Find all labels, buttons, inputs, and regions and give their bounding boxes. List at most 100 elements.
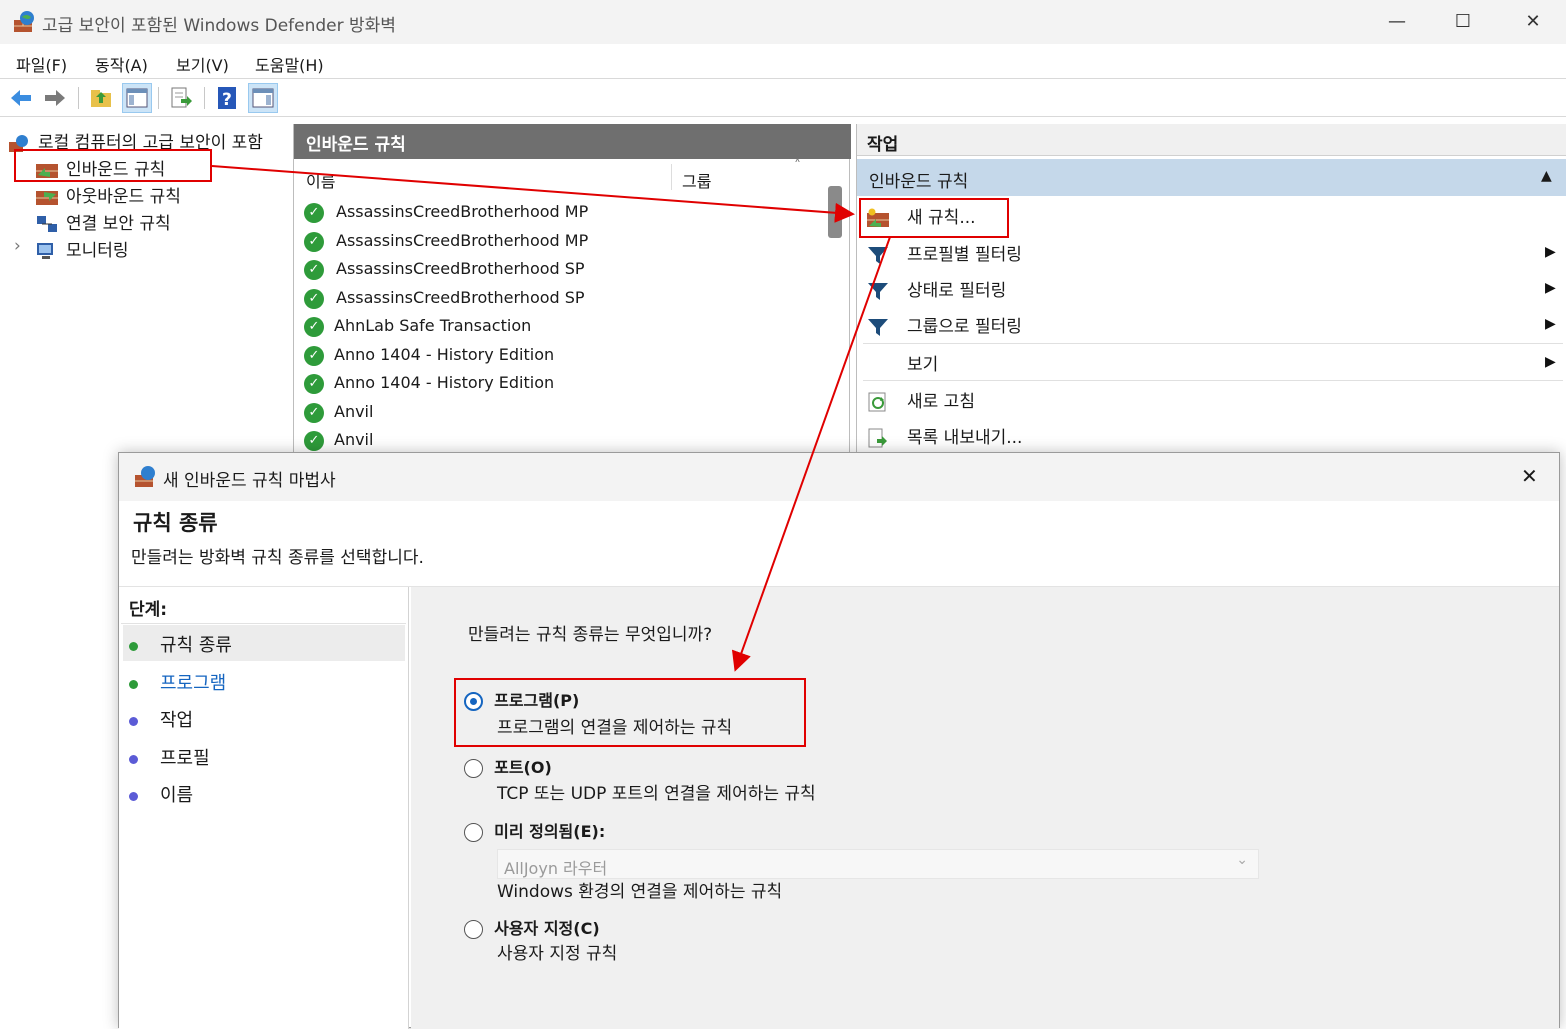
list-item[interactable]: ✓ Anno 1404 - History Edition xyxy=(304,345,554,366)
show-hide-console-tree-button[interactable] xyxy=(122,83,152,113)
list-item[interactable]: ✓ Anno 1404 - History Edition xyxy=(304,373,554,394)
predefined-rule-select[interactable]: AllJoyn 라우터 ⌄ xyxy=(497,849,1259,879)
dialog-close-button[interactable]: ✕ xyxy=(1521,464,1538,488)
action-refresh[interactable]: 새로 고침 xyxy=(867,387,975,412)
help-button[interactable]: ? xyxy=(212,83,242,113)
svg-text:?: ? xyxy=(222,90,232,110)
column-header-name[interactable]: 이름 xyxy=(306,168,335,192)
collapse-arrow-icon[interactable]: ▲ xyxy=(1541,168,1552,184)
console-tree-icon xyxy=(126,88,148,108)
expand-chevron-icon[interactable]: › xyxy=(14,236,21,256)
menu-help[interactable]: 도움말(H) xyxy=(255,52,324,76)
new-inbound-rule-wizard-dialog: 새 인바운드 규칙 마법사 ✕ 규칙 종류 만들려는 방화벽 규칙 종류를 선택… xyxy=(118,452,1560,1029)
wizard-steps-panel: 단계: 규칙 종류 프로그램 작업 프로필 이름 xyxy=(119,587,409,1029)
tree-item-connection-security-rules[interactable]: 연결 보안 규칙 xyxy=(36,209,171,234)
tree-item-label: 아웃바운드 규칙 xyxy=(66,187,181,207)
step-done-dot xyxy=(129,679,138,689)
option-label: 포트(O) xyxy=(494,758,552,777)
submenu-arrow-icon: ▶ xyxy=(1545,354,1556,370)
submenu-arrow-icon: ▶ xyxy=(1545,316,1556,332)
tree-item-label: 모니터링 xyxy=(66,241,129,261)
step-program[interactable]: 프로그램 xyxy=(129,669,226,695)
submenu-arrow-icon: ▶ xyxy=(1545,280,1556,296)
window-title: 고급 보안이 포함된 Windows Defender 방화벽 xyxy=(42,16,396,36)
show-hide-action-pane-button[interactable] xyxy=(248,83,278,113)
action-filter-by-state[interactable]: 상태로 필터링 xyxy=(867,276,1006,301)
close-button[interactable]: ✕ xyxy=(1510,8,1556,36)
export-icon xyxy=(171,87,192,108)
option-custom-radio[interactable]: 사용자 지정(C) xyxy=(464,915,600,939)
option-description: TCP 또는 UDP 포트의 연결을 제어하는 규칙 xyxy=(497,784,816,804)
tree-item-monitoring[interactable]: 모니터링 xyxy=(36,236,129,261)
option-description: Windows 환경의 연결을 제어하는 규칙 xyxy=(497,882,783,902)
list-item[interactable]: ✓ Anvil xyxy=(304,430,373,451)
forward-button[interactable] xyxy=(40,83,70,113)
monitoring-icon xyxy=(36,242,58,260)
option-predefined-radio[interactable]: 미리 정의됨(E): xyxy=(464,818,605,842)
actions-section-inbound-rules[interactable]: 인바운드 규칙 ▲ xyxy=(857,159,1566,196)
action-pane-icon xyxy=(252,88,274,108)
filter-funnel-icon xyxy=(867,245,889,265)
back-arrow-icon xyxy=(11,90,31,106)
rules-list-pane: 인바운드 규칙 ˄ 이름 그룹 ✓ AssassinsCreedBrotherho… xyxy=(293,124,851,460)
radio-unselected[interactable] xyxy=(464,823,483,842)
maximize-button[interactable]: ☐ xyxy=(1440,8,1486,36)
chevron-down-icon: ⌄ xyxy=(1236,852,1248,868)
option-label: 미리 정의됨(E): xyxy=(494,822,606,841)
up-folder-button[interactable] xyxy=(86,83,116,113)
option-label: 사용자 지정(C) xyxy=(494,919,600,938)
menu-action[interactable]: 동작(A) xyxy=(95,52,148,76)
option-description: 사용자 지정 규칙 xyxy=(497,944,618,964)
radio-unselected[interactable] xyxy=(464,759,483,778)
enabled-check-icon: ✓ xyxy=(304,345,324,366)
actions-divider xyxy=(863,380,1563,381)
action-view[interactable]: 보기 xyxy=(907,350,938,375)
toolbar-separator xyxy=(78,87,79,109)
rules-pane-header: 인바운드 규칙 xyxy=(294,124,851,159)
list-item[interactable]: ✓ AssassinsCreedBrotherhood SP xyxy=(304,259,585,280)
list-item[interactable]: ✓ Anvil xyxy=(304,402,373,423)
step-name: 이름 xyxy=(129,781,193,807)
folder-up-icon xyxy=(91,90,111,107)
annotation-highlight-program-option xyxy=(454,678,806,747)
step-pending-dot xyxy=(129,716,138,726)
list-item[interactable]: ✓ AssassinsCreedBrotherhood MP xyxy=(304,231,588,252)
column-divider[interactable] xyxy=(671,164,672,190)
enabled-check-icon: ✓ xyxy=(304,231,324,252)
enabled-check-icon: ✓ xyxy=(304,316,324,337)
actions-pane: 작업 인바운드 규칙 ▲ 새 규칙... 프로필별 필터링 ▶ 상태로 필터링 … xyxy=(856,124,1566,460)
option-port-radio[interactable]: 포트(O) xyxy=(464,754,552,778)
toolbar: ? xyxy=(0,79,1566,117)
tree-item-label: 연결 보안 규칙 xyxy=(66,214,171,234)
list-item[interactable]: ✓ AssassinsCreedBrotherhood MP xyxy=(304,202,588,223)
menu-view[interactable]: 보기(V) xyxy=(176,52,229,76)
minimize-button[interactable]: — xyxy=(1374,8,1420,36)
column-header-group[interactable]: 그룹 xyxy=(682,168,711,192)
tree-item-outbound-rules[interactable]: 아웃바운드 규칙 xyxy=(36,182,181,207)
export-list-button[interactable] xyxy=(166,83,196,113)
refresh-icon xyxy=(867,392,889,412)
step-done-dot xyxy=(129,641,138,651)
actions-divider xyxy=(863,343,1563,344)
toolbar-separator xyxy=(204,87,205,109)
steps-divider xyxy=(121,623,406,624)
list-item[interactable]: ✓ AhnLab Safe Transaction xyxy=(304,316,531,337)
menu-file[interactable]: 파일(F) xyxy=(16,52,67,76)
list-item[interactable]: ✓ AssassinsCreedBrotherhood SP xyxy=(304,288,585,309)
dialog-header: 규칙 종류 만들려는 방화벽 규칙 종류를 선택합니다. xyxy=(119,501,1559,587)
action-export-list[interactable]: 목록 내보내기... xyxy=(867,423,1022,448)
vertical-scrollbar-thumb[interactable] xyxy=(828,186,842,238)
question-text: 만들려는 규칙 종류는 무엇입니까? xyxy=(468,625,713,645)
export-icon xyxy=(867,428,889,448)
annotation-highlight-inbound-rules xyxy=(14,149,212,182)
back-button[interactable] xyxy=(6,83,36,113)
firewall-globe-icon xyxy=(14,11,34,32)
radio-unselected[interactable] xyxy=(464,920,483,939)
firewall-globe-icon xyxy=(135,466,155,487)
enabled-check-icon: ✓ xyxy=(304,430,324,451)
menu-bar: 파일(F) 동작(A) 보기(V) 도움말(H) xyxy=(0,44,1566,79)
action-filter-by-group[interactable]: 그룹으로 필터링 xyxy=(867,312,1022,337)
page-subtitle: 만들려는 방화벽 규칙 종류를 선택합니다. xyxy=(131,548,424,568)
step-pending-dot xyxy=(129,791,138,801)
action-filter-by-profile[interactable]: 프로필별 필터링 xyxy=(867,240,1022,265)
